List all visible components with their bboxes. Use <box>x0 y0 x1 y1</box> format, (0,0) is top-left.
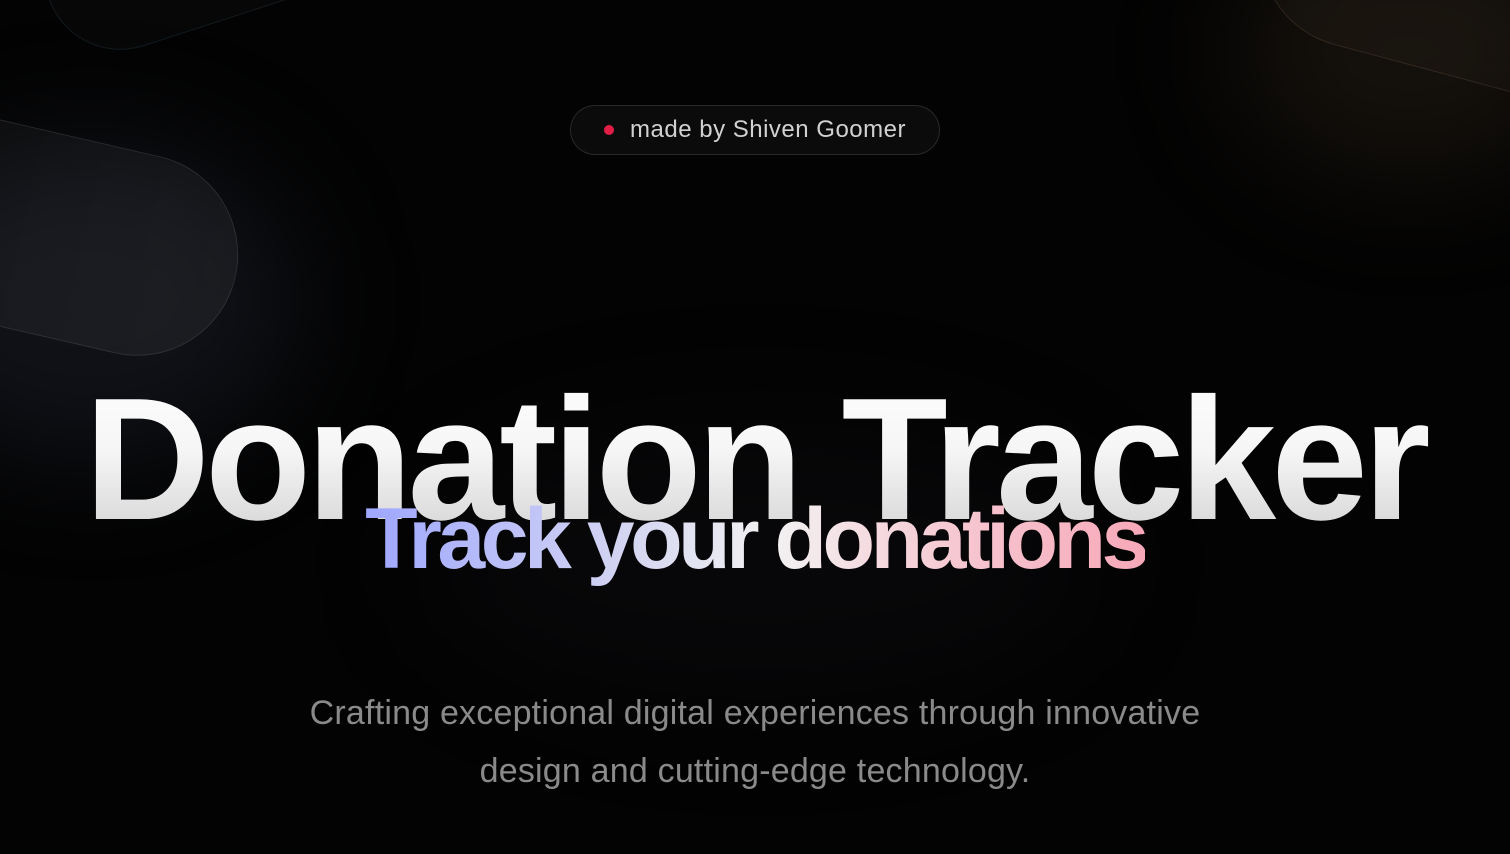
background-glow-right <box>1230 0 1510 180</box>
made-by-badge: made by Shiven Goomer <box>570 105 940 155</box>
hero-description: Crafting exceptional digital experiences… <box>309 694 1201 790</box>
made-by-text: made by Shiven Goomer <box>630 116 906 143</box>
hero-subtitle-text: Track your donations <box>365 491 1149 587</box>
decorative-shape-top-left <box>24 0 388 70</box>
status-dot-icon <box>604 125 615 135</box>
hero-page: made by Shiven Goomer Donation Tracker T… <box>0 0 1510 854</box>
hero-subtitle: Track your donations <box>0 488 1510 591</box>
decorative-shape-top-right <box>1236 0 1510 139</box>
decorative-shape-left <box>0 66 259 376</box>
